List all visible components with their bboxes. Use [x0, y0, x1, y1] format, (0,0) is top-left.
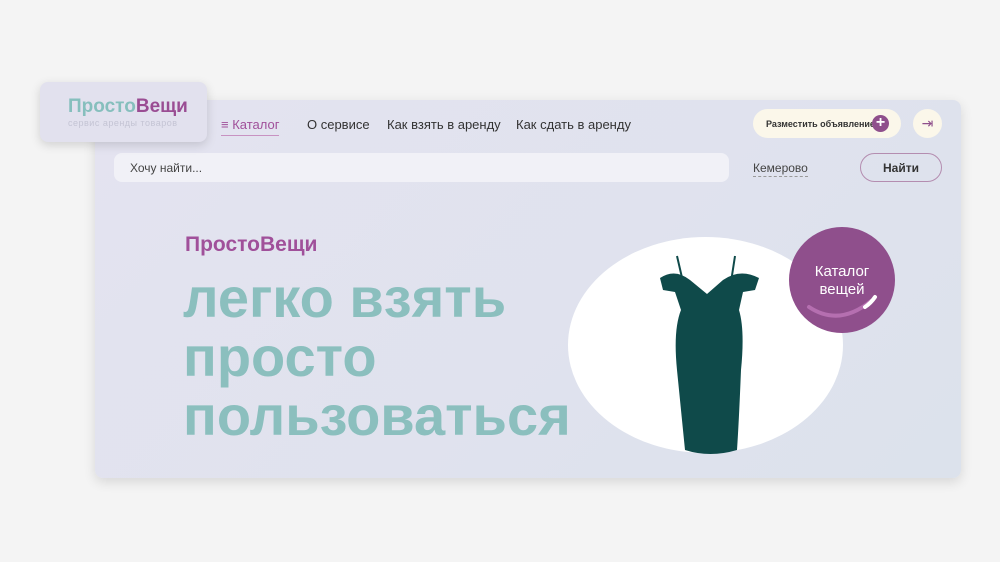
slogan-line2: просто [183, 325, 377, 388]
hero-brand: ПростоВещи [185, 233, 318, 256]
dress-image [660, 255, 759, 454]
logo-part1: Просто [68, 96, 136, 117]
badge-arc-icon [807, 295, 877, 318]
plus-icon: + [872, 115, 889, 132]
catalog-badge[interactable]: Каталог вещей [789, 227, 895, 333]
nav-about[interactable]: О сервисе [307, 117, 370, 132]
nav-catalog-label: Каталог [232, 117, 280, 132]
slogan-line3: пользоваться [183, 384, 571, 447]
hero-slogan: легко взять просто пользоваться [183, 268, 571, 445]
post-ad-label: Разместить объявление [766, 119, 875, 129]
city-selector[interactable]: Кемерово [753, 161, 808, 177]
logo-tagline: сервис аренды товаров [68, 118, 178, 128]
nav-how-rent[interactable]: Как взять в аренду [387, 117, 501, 132]
logo[interactable]: ПростоВещи сервис аренды товаров [40, 82, 207, 142]
search-input[interactable] [114, 153, 729, 182]
slogan-line1: легко взять [183, 266, 507, 329]
login-icon: ⇥ [921, 115, 934, 131]
find-button[interactable]: Найти [860, 153, 942, 182]
login-button[interactable]: ⇥ [913, 109, 942, 138]
logo-part2: Вещи [135, 96, 188, 117]
nav-catalog[interactable]: ≡ Каталог [221, 117, 280, 136]
post-ad-button[interactable]: Разместить объявление + [753, 109, 901, 138]
menu-icon: ≡ [221, 117, 233, 132]
nav-how-lend[interactable]: Как сдать в аренду [516, 117, 631, 132]
